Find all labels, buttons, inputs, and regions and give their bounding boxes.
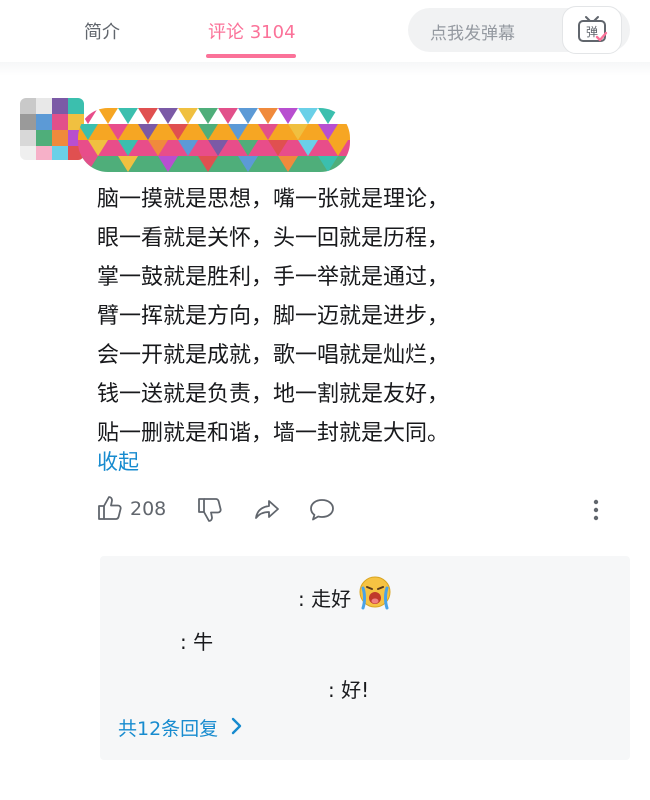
active-tab-indicator	[206, 54, 296, 58]
more-options-icon[interactable]	[587, 498, 605, 522]
header-divider	[0, 62, 650, 76]
comment-line: 会一开就是成就，歌一唱就是灿烂，	[97, 343, 450, 368]
comment-bubble-icon[interactable]	[308, 496, 336, 524]
comment-line: 钱一送就是负责，地一割就是友好，	[97, 382, 450, 407]
reply-item[interactable]: : 走好	[298, 583, 351, 612]
reply-item[interactable]: : 好!	[328, 674, 369, 703]
tab-intro[interactable]: 简介	[84, 18, 120, 44]
danmaku-tv-icon: 弹	[578, 16, 608, 42]
reply-item[interactable]: : 牛	[180, 626, 213, 655]
danmaku-toggle-button[interactable]: 弹	[562, 6, 622, 54]
thumbs-up-icon[interactable]	[96, 494, 124, 522]
comment-line: 脑一摸就是思想，嘴一张就是理论，	[97, 187, 450, 212]
comment-line: 臂一挥就是方向，脚一迈就是进步，	[97, 304, 450, 329]
censored-username[interactable]	[78, 108, 350, 172]
censored-avatar[interactable]	[20, 98, 84, 160]
comment-text: 脑一摸就是思想，嘴一张就是理论， 眼一看就是关怀，头一回就是历程， 掌一鼓就是胜…	[97, 180, 617, 453]
top-tab-bar: 简介 评论 3104 点我发弹幕 弹	[0, 0, 650, 60]
collapse-link[interactable]: 收起	[97, 446, 139, 476]
view-all-replies-link[interactable]: 共12条回复	[118, 714, 218, 741]
comment-line: 贴一删就是和谐，墙一封就是大同。	[97, 421, 450, 446]
thumbs-down-icon[interactable]	[196, 496, 224, 524]
like-count: 208	[130, 498, 167, 520]
share-icon[interactable]	[253, 496, 281, 524]
replies-panel: : 走好 : 牛 : 好! 共12条回复	[100, 556, 630, 760]
comment-line: 掌一鼓就是胜利，手一举就是通过，	[97, 265, 450, 290]
comment-line: 眼一看就是关怀，头一回就是历程，	[97, 226, 450, 251]
chevron-right-icon[interactable]	[230, 716, 244, 736]
crying-emoji-icon	[359, 576, 391, 610]
tab-comments[interactable]: 评论 3104	[208, 18, 296, 44]
danmaku-placeholder: 点我发弹幕	[430, 24, 515, 44]
